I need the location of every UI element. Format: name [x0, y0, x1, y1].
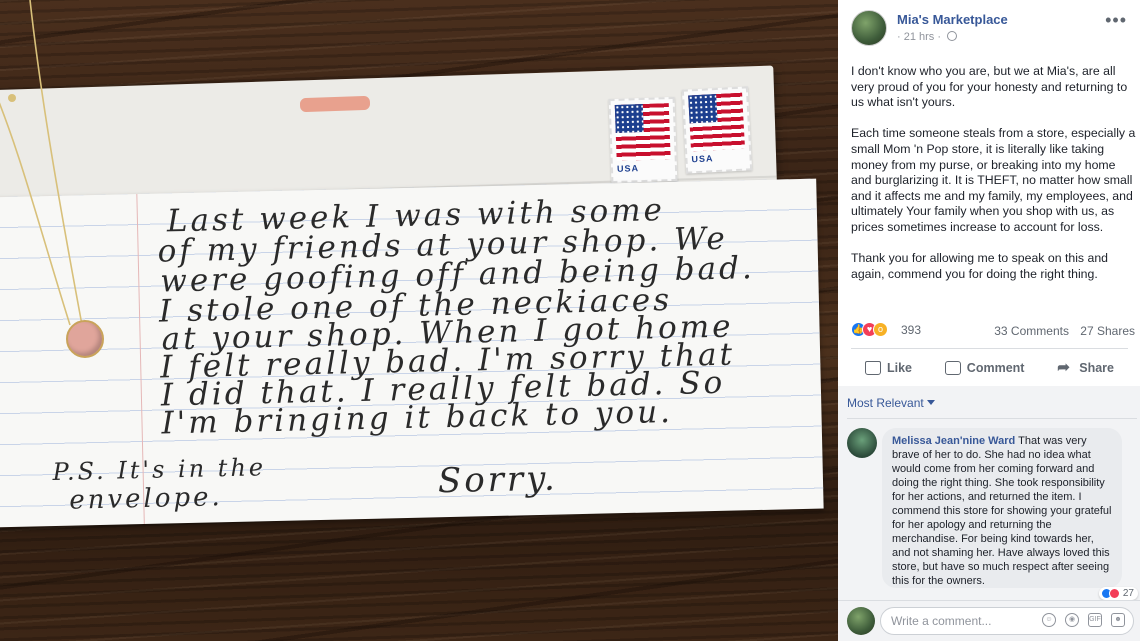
comment-reaction-count: 27 [1122, 588, 1134, 599]
pendant [66, 320, 104, 358]
comment-input-tools: ☺ ◉ GIF ☻ [1042, 613, 1125, 627]
flag-stamp: USA [681, 86, 753, 174]
camera-icon[interactable]: ◉ [1065, 613, 1079, 627]
wow-reaction-icon: o [873, 322, 888, 337]
emoji-icon[interactable]: ☺ [1042, 613, 1056, 627]
user-avatar [847, 607, 875, 635]
envelope-clasp [299, 95, 371, 113]
share-arrow-icon [1057, 358, 1073, 376]
caret-down-icon [926, 400, 935, 405]
sort-label: Most Relevant [847, 396, 924, 410]
divider [851, 348, 1128, 349]
post-actions: Like Comment Share [851, 354, 1128, 382]
comments-count-link[interactable]: 33 Comments [994, 324, 1069, 338]
engagement-counts: 33 Comments 27 Shares [986, 324, 1135, 338]
post-panel: Mia's Marketplace · 21 hrs · ••• I don't… [838, 0, 1140, 641]
post-time[interactable]: 21 hrs [904, 31, 935, 43]
divider [847, 418, 1137, 419]
comment-button[interactable]: Comment [931, 354, 1039, 382]
comment-label: Comment [966, 361, 1025, 375]
share-button[interactable]: Share [1043, 354, 1128, 382]
necklace-chain [0, 0, 83, 326]
post-header: Mia's Marketplace · 21 hrs · ••• [851, 10, 1131, 50]
page-avatar[interactable] [851, 10, 887, 46]
flag-icon [688, 92, 746, 152]
comment-bubble: Melissa Jean'nine Ward That was very bra… [882, 428, 1122, 588]
love-reaction-icon [1108, 588, 1120, 599]
reactions-summary: 👍 ♥ o 393 33 Comments 27 Shares [851, 322, 1135, 340]
post-paragraph: Each time someone steals from a store, e… [851, 126, 1136, 234]
comment-input[interactable]: Write a comment... ☺ ◉ GIF ☻ [880, 607, 1134, 635]
post-meta: · 21 hrs · [897, 31, 958, 43]
post-paragraph: I don't know who you are, but we at Mia'… [851, 64, 1128, 110]
stamp-label: USA [691, 153, 714, 165]
post-photo[interactable]: USA USA Last week I was with some of my … [0, 0, 838, 641]
thumbs-up-icon [865, 361, 881, 375]
more-options-icon[interactable]: ••• [1105, 10, 1127, 31]
post-text: I don't know who you are, but we at Mia'… [851, 64, 1136, 298]
reaction-count[interactable]: 393 [901, 323, 921, 337]
comments-section: Most Relevant Melissa Jean'nine Ward Tha… [838, 386, 1140, 641]
flag-stamp: USA [608, 96, 678, 184]
commenter-name[interactable]: Melissa Jean'nine Ward [892, 435, 1015, 447]
speech-bubble-icon [944, 361, 961, 375]
flag-icon [614, 103, 671, 161]
comment-placeholder: Write a comment... [891, 614, 992, 628]
note-signoff: Sorry. [437, 458, 559, 502]
comment-reactions[interactable]: 27 [1098, 587, 1138, 600]
share-label: Share [1079, 361, 1114, 375]
globe-icon [947, 31, 958, 41]
sticker-icon[interactable]: ☻ [1111, 613, 1125, 627]
reaction-icons[interactable]: 👍 ♥ o [851, 322, 888, 337]
like-label: Like [887, 361, 913, 375]
screen: USA USA Last week I was with some of my … [0, 0, 1140, 641]
commenter-avatar[interactable] [847, 428, 877, 458]
post-paragraph: Thank you for allowing me to speak on th… [851, 251, 1109, 281]
comment-text: That was very brave of her to do. She ha… [892, 435, 1112, 587]
stamp-label: USA [616, 163, 640, 174]
comment-sort-dropdown[interactable]: Most Relevant [847, 396, 935, 410]
page-name-link[interactable]: Mia's Marketplace [897, 12, 1008, 27]
note-ps: P.S. It's in the [52, 453, 267, 487]
shares-count-link[interactable]: 27 Shares [1080, 324, 1135, 338]
write-comment-row: Write a comment... ☺ ◉ GIF ☻ [838, 600, 1140, 641]
like-button[interactable]: Like [851, 354, 926, 382]
note-ps: envelope. [68, 482, 224, 516]
gif-icon[interactable]: GIF [1088, 613, 1102, 627]
